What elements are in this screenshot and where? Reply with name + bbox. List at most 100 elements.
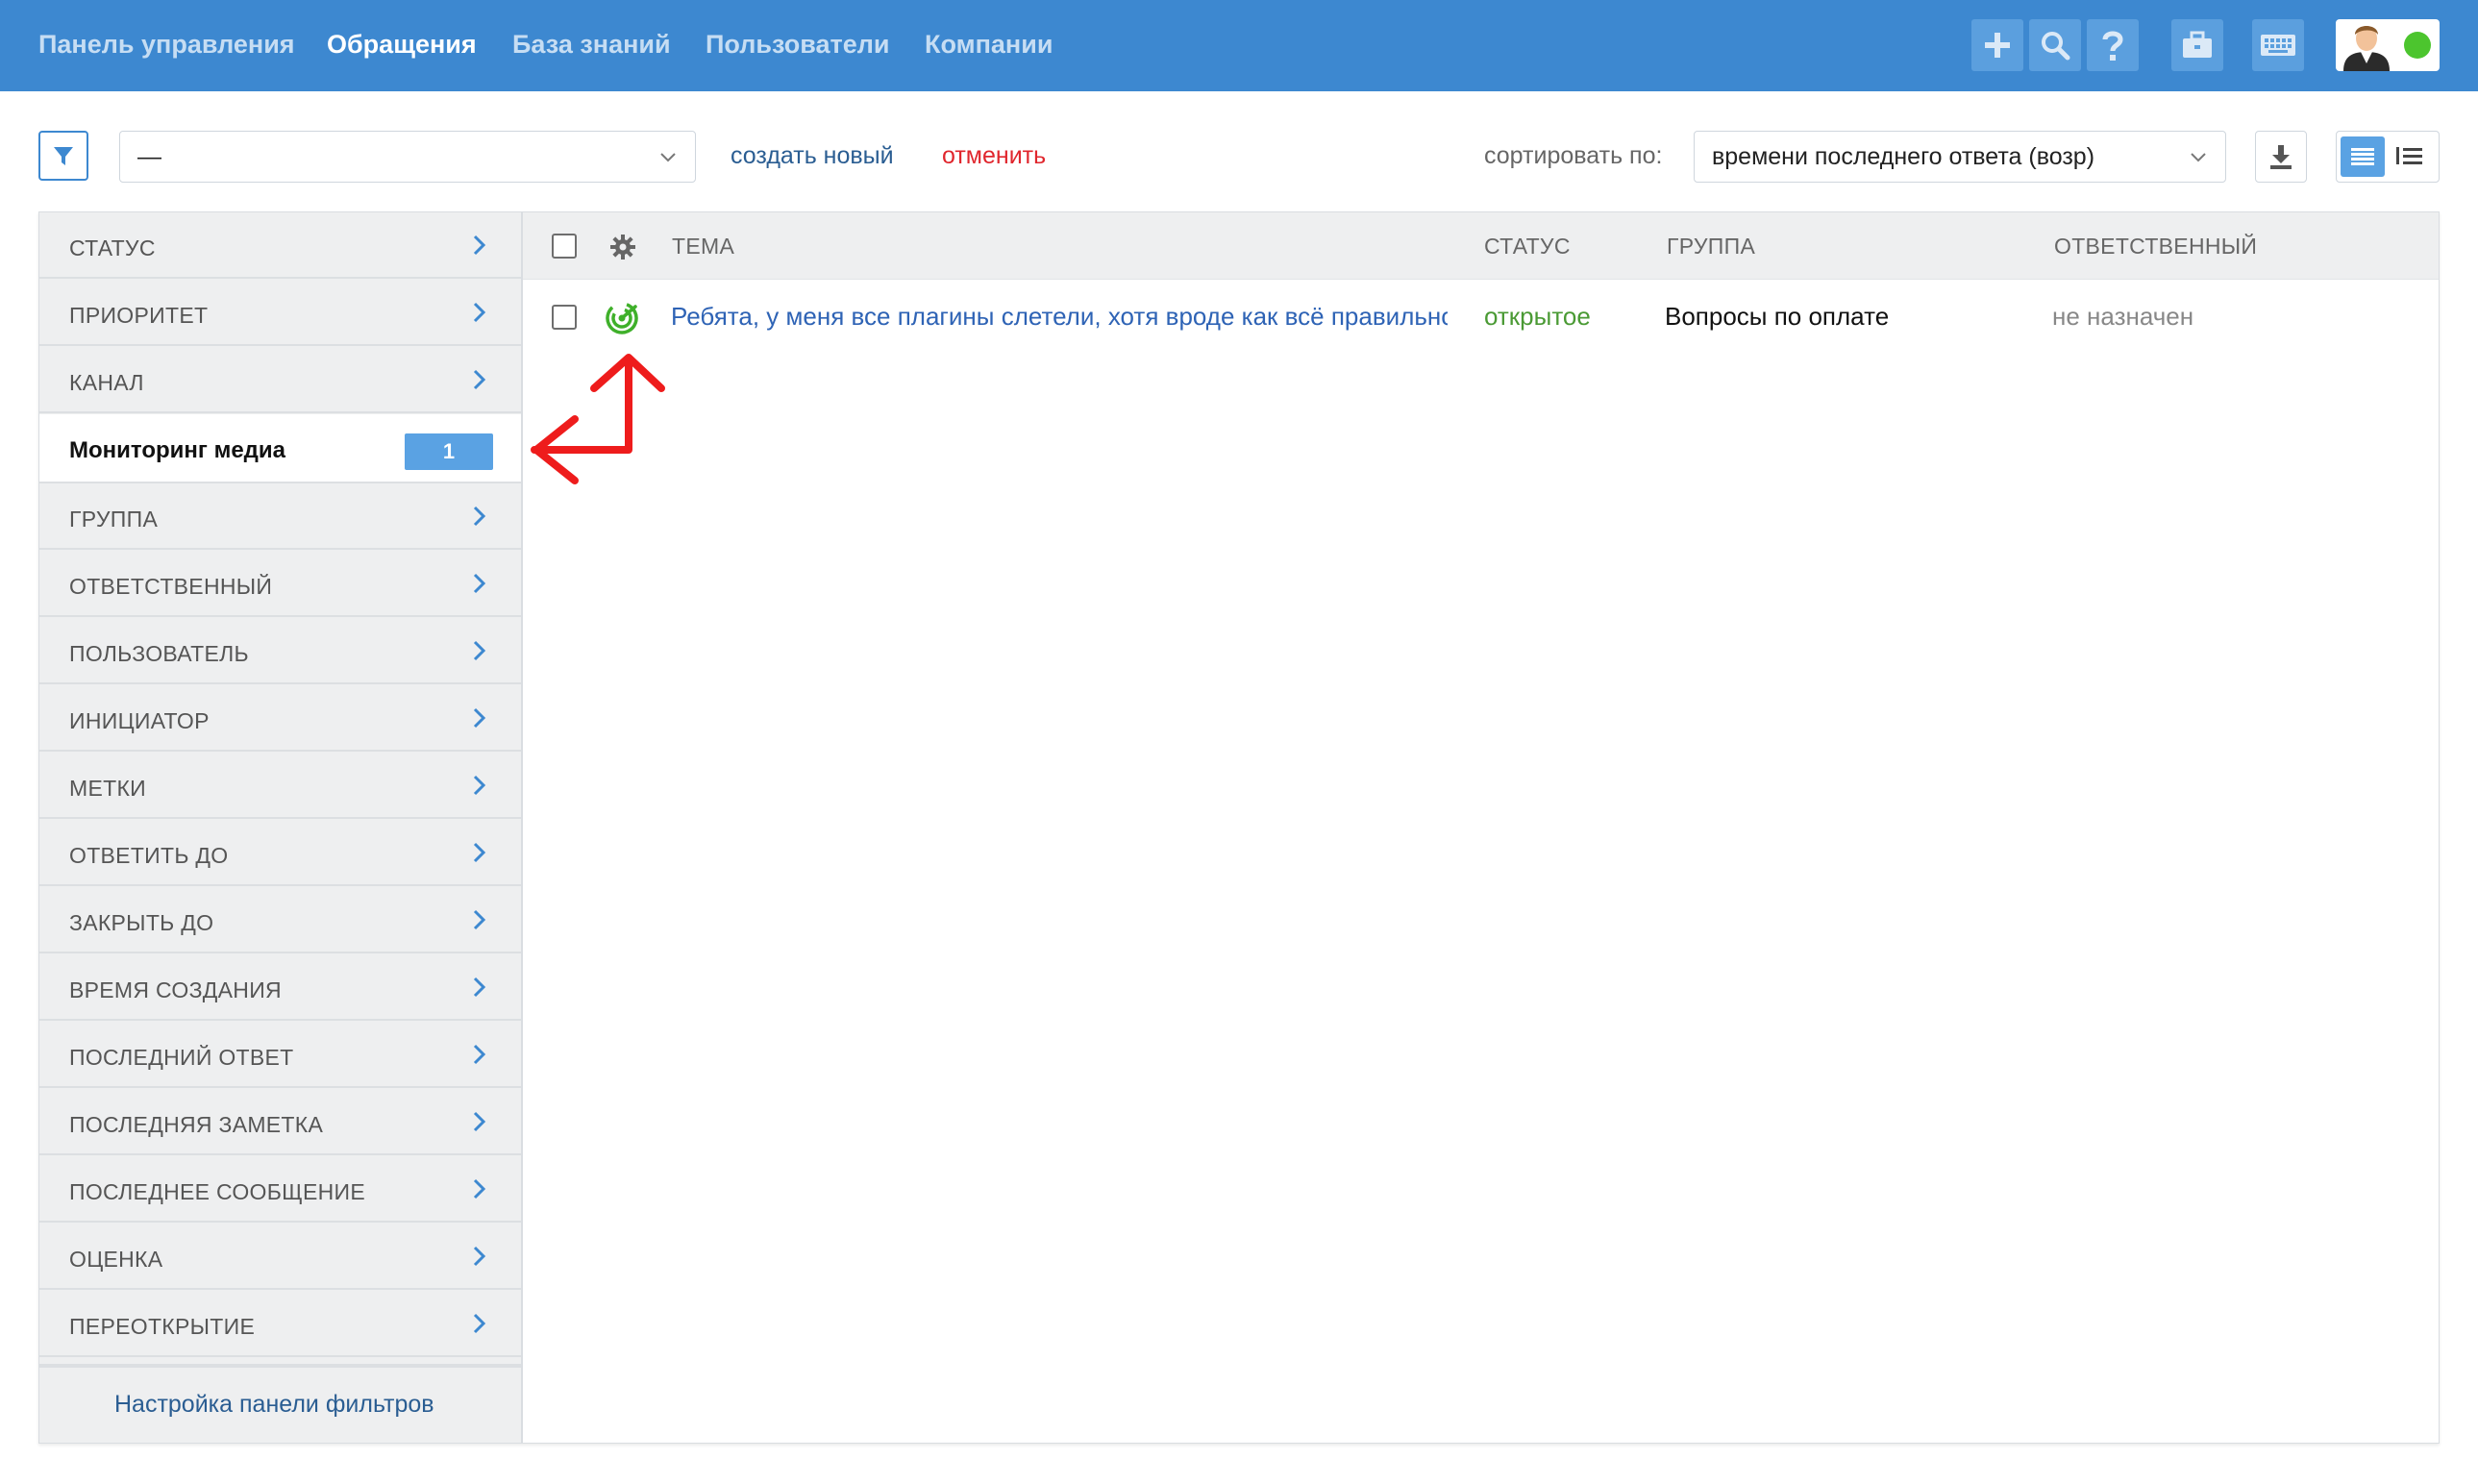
sidebar-item-label: ПЕРЕОТКРЫТИЕ (69, 1314, 256, 1339)
cancel-filter-link[interactable]: отменить (942, 142, 1046, 170)
nav-knowledge-base[interactable]: База знаний (512, 30, 671, 60)
sidebar-item[interactable]: ОТВЕТИТЬ ДО (39, 820, 521, 886)
chevron-right-icon (473, 1178, 486, 1200)
chevron-right-icon (473, 506, 486, 527)
briefcase-icon (2183, 31, 2212, 58)
gear-icon[interactable] (609, 234, 636, 260)
saved-filter-select[interactable]: — (119, 131, 696, 183)
create-filter-link[interactable]: создать новый (731, 142, 894, 170)
sidebar-item[interactable]: ОЦЕНКА (39, 1224, 521, 1290)
search-icon (2042, 32, 2070, 61)
sidebar-item-label: ИНИЦИАТОР (69, 708, 210, 733)
keyboard-icon (2261, 35, 2295, 56)
filter-sidebar: СТАТУС ПРИОРИТЕТ КАНАЛ Мониторинг медиа 1 ГРУ… (39, 212, 523, 1443)
chevron-down-icon (2191, 153, 2206, 162)
keyboard-button[interactable] (2252, 19, 2304, 71)
sidebar-item[interactable]: СТАТУС (39, 212, 521, 279)
plus-icon (1985, 33, 2010, 58)
chevron-right-icon (473, 369, 486, 390)
nav-users[interactable]: Пользователи (706, 30, 889, 60)
chevron-right-icon (473, 1044, 486, 1065)
export-button[interactable] (2255, 131, 2307, 183)
download-icon (2270, 145, 2292, 169)
numbered-list-icon (2396, 147, 2422, 164)
sidebar-item-label: ОТВЕТСТВЕННЫЙ (69, 574, 273, 599)
sidebar-item-label: КАНАЛ (69, 370, 144, 395)
ticket-group: Вопросы по оплате (1665, 302, 1890, 331)
media-monitoring-icon (606, 302, 638, 334)
chevron-down-icon (660, 153, 676, 162)
chevron-right-icon (473, 842, 486, 863)
sort-select[interactable]: времени последнего ответа (возр) (1694, 131, 2226, 183)
online-status-dot (2404, 32, 2431, 59)
sort-value: времени последнего ответа (возр) (1712, 143, 2095, 170)
column-group[interactable]: ГРУППА (1667, 234, 1755, 260)
sidebar-item[interactable]: МЕТКИ (39, 753, 521, 819)
chevron-right-icon (473, 909, 486, 930)
sidebar-item[interactable]: ИНИЦИАТОР (39, 685, 521, 752)
help-icon (2102, 31, 2123, 61)
briefcase-button[interactable] (2171, 19, 2223, 71)
sidebar-item[interactable]: ПОСЛЕДНИЙ ОТВЕТ (39, 1022, 521, 1088)
tickets-panel: СТАТУС ПРИОРИТЕТ КАНАЛ Мониторинг медиа 1 ГРУ… (38, 211, 2440, 1444)
configure-filters-link[interactable]: Настройка панели фильтров (114, 1391, 434, 1419)
nav-dashboard[interactable]: Панель управления (38, 30, 295, 60)
nav-tickets[interactable]: Обращения (327, 30, 477, 60)
filter-toggle-button[interactable] (38, 131, 88, 181)
sidebar-item[interactable]: ПЕРЕОТКРЫТИЕ (39, 1291, 521, 1357)
ticket-subject-link[interactable]: Ребята, у меня все плагины слетели, хотя… (671, 302, 1448, 332)
chevron-right-icon (473, 1313, 486, 1334)
help-button[interactable] (2087, 19, 2139, 71)
select-all-checkbox[interactable] (552, 234, 577, 259)
avatar (2343, 26, 2390, 71)
sidebar-item[interactable]: ПОСЛЕДНЯЯ ЗАМЕТКА (39, 1089, 521, 1155)
sidebar-item[interactable]: ГРУППА (39, 483, 521, 550)
sidebar-item-label: ОЦЕНКА (69, 1247, 163, 1272)
sidebar-item-label: ГРУППА (69, 507, 159, 532)
count-badge: 1 (405, 433, 493, 470)
chevron-right-icon (473, 707, 486, 729)
ticket-status: открытое (1484, 302, 1591, 331)
sidebar-item[interactable]: Мониторинг медиа 1 (39, 414, 521, 483)
search-button[interactable] (2029, 19, 2081, 71)
sidebar-item-label: ВРЕМЯ СОЗДАНИЯ (69, 977, 282, 1002)
user-menu[interactable] (2336, 19, 2440, 71)
sidebar-item[interactable]: ВРЕМЯ СОЗДАНИЯ (39, 954, 521, 1021)
list-view-button[interactable] (2341, 136, 2385, 177)
sidebar-item-label: ПОСЛЕДНЕЕ СООБЩЕНИЕ (69, 1179, 366, 1204)
sidebar-item[interactable]: ПРИОРИТЕТ (39, 280, 521, 346)
chevron-right-icon (473, 235, 486, 256)
sidebar-item[interactable]: ОТВЕТСТВЕННЫЙ (39, 551, 521, 617)
chevron-right-icon (473, 775, 486, 796)
column-subject[interactable]: ТЕМА (672, 234, 734, 260)
sidebar-item-label: МЕТКИ (69, 776, 146, 801)
sidebar-item[interactable]: КАНАЛ (39, 347, 521, 413)
sidebar-item-label: ПРИОРИТЕТ (69, 303, 209, 328)
sidebar-item-label: ПОСЛЕДНЯЯ ЗАМЕТКА (69, 1112, 324, 1137)
sidebar-item-label: ПОЛЬЗОВАТЕЛЬ (69, 641, 249, 666)
sidebar-item[interactable]: ПОЛЬЗОВАТЕЛЬ (39, 618, 521, 684)
ticket-assignee: не назначен (2052, 302, 2194, 331)
chevron-right-icon (473, 977, 486, 998)
sidebar-item-label: Мониторинг медиа (69, 437, 286, 463)
sidebar-item[interactable]: ПОСЛЕДНЕЕ СООБЩЕНИЕ (39, 1156, 521, 1223)
sidebar-item-label: СТАТУС (69, 235, 156, 260)
view-mode-toggle (2336, 131, 2440, 183)
table-row[interactable]: Ребята, у меня все плагины слетели, хотя… (523, 280, 2439, 355)
sidebar-item[interactable]: ЗАКРЫТЬ ДО (39, 887, 521, 953)
row-checkbox[interactable] (552, 305, 577, 330)
sidebar-item-label: ПОСЛЕДНИЙ ОТВЕТ (69, 1045, 294, 1070)
chevron-right-icon (473, 1246, 486, 1267)
chevron-right-icon (473, 1111, 486, 1132)
create-button[interactable] (1971, 19, 2023, 71)
funnel-icon (54, 147, 73, 165)
column-status[interactable]: СТАТУС (1484, 234, 1571, 260)
compact-view-button[interactable] (2385, 136, 2433, 177)
sort-label: сортировать по: (1484, 142, 1663, 169)
sidebar-item-label: ЗАКРЫТЬ ДО (69, 910, 214, 935)
nav-companies[interactable]: Компании (925, 30, 1053, 60)
top-navbar: Панель управления Обращения База знаний … (0, 0, 2478, 91)
saved-filter-value: — (137, 143, 161, 170)
chevron-right-icon (473, 573, 486, 594)
column-assignee[interactable]: ОТВЕТСТВЕННЫЙ (2054, 234, 2257, 260)
